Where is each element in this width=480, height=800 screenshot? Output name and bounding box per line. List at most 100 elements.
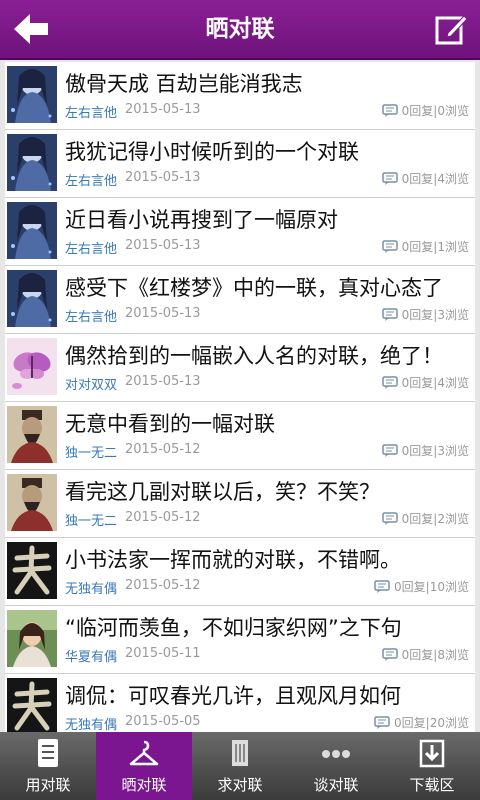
post-stats-text: 0回复|20浏览 [394,716,469,730]
post-stats: 0回复|3浏览 [381,442,469,459]
post-title[interactable]: 小书法家一挥而就的对联，不错啊。 [65,544,471,574]
avatar [7,678,57,732]
top-bar: 晒对联 [0,0,480,60]
post-row[interactable]: 近日看小说再搜到了一幅原对左右言他 2015-05-13 0回复|1浏览 [5,198,475,266]
edit-icon[interactable] [434,12,468,46]
avatar [7,406,57,463]
post-stats: 0回复|0浏览 [381,102,469,119]
tab-label: 谈对联 [313,776,359,794]
post-author[interactable]: 无独有偶 [65,578,117,597]
comment-icon [381,240,398,253]
post-stats: 0回复|10浏览 [374,578,469,595]
post-stats: 0回复|8浏览 [381,646,469,663]
post-title[interactable]: 无意中看到的一幅对联 [65,408,471,438]
post-title[interactable]: 偶然拾到的一幅嵌入人名的对联，绝了！ [65,340,471,370]
post-date: 2015-05-13 [125,306,201,321]
tab-label: 求对联 [217,776,263,794]
post-row[interactable]: 调侃：可叹春光几许，且观风月如何无独有偶 2015-05-05 0回复|20浏览 [5,674,475,732]
post-stats-text: 0回复|10浏览 [394,580,469,594]
post-author[interactable]: 左右言他 [65,306,117,325]
comment-icon [381,648,398,661]
post-author[interactable]: 左右言他 [65,238,117,257]
post-stats-text: 0回复|8浏览 [401,648,469,662]
avatar [7,134,57,191]
comment-icon [381,512,398,525]
avatar [7,474,57,531]
post-author[interactable]: 左右言他 [65,170,117,189]
post-row[interactable]: 我犹记得小时候听到的一个对联左右言他 2015-05-13 0回复|4浏览 [5,130,475,198]
post-date: 2015-05-13 [125,374,201,389]
post-stats-text: 0回复|4浏览 [401,172,469,186]
avatar [7,610,57,667]
post-date: 2015-05-13 [125,102,201,117]
comment-icon [381,172,398,185]
post-date: 2015-05-12 [125,510,201,525]
post-author[interactable]: 对对双双 [65,374,117,393]
post-date: 2015-05-12 [125,578,201,593]
post-title[interactable]: 我犹记得小时候听到的一个对联 [65,136,471,166]
post-stats: 0回复|2浏览 [381,510,469,527]
more-dots-icon [320,736,352,770]
avatar [7,66,57,123]
post-author[interactable]: 无独有偶 [65,714,117,732]
post-date: 2015-05-12 [125,442,201,457]
post-stats-text: 0回复|3浏览 [401,308,469,322]
avatar [7,542,57,599]
post-row[interactable]: “临河而羡鱼，不如归家织网”之下句华夏有偶 2015-05-11 0回复|8浏览 [5,606,475,674]
post-stats: 0回复|4浏览 [381,170,469,187]
tab-label: 用对联 [25,776,71,794]
post-title[interactable]: 感受下《红楼梦》中的一联，真对心态了 [65,272,471,302]
post-date: 2015-05-11 [125,646,201,661]
post-stats-text: 0回复|0浏览 [401,104,469,118]
tab-0[interactable]: 用对联 [0,732,96,800]
post-author[interactable]: 华夏有偶 [65,646,117,665]
post-date: 2015-05-13 [125,170,201,185]
post-stats: 0回复|3浏览 [381,306,469,323]
post-list[interactable]: 傲骨天成 百劫岂能消我志左右言他 2015-05-13 0回复|0浏览我犹记得小时候… [5,62,475,732]
comment-icon [374,580,390,593]
comment-icon [381,104,398,117]
post-stats-text: 0回复|4浏览 [401,376,469,390]
tab-2[interactable]: 求对联 [192,732,288,800]
post-title[interactable]: 傲骨天成 百劫岂能消我志 [65,68,471,98]
post-stats-text: 0回复|2浏览 [401,512,469,526]
post-row[interactable]: 偶然拾到的一幅嵌入人名的对联，绝了！ 对对双双 2015-05-13 0回复|4浏览 [5,334,475,402]
post-row[interactable]: 感受下《红楼梦》中的一联，真对心态了左右言他 2015-05-13 0回复|3浏览 [5,266,475,334]
post-stats: 0回复|1浏览 [381,238,469,255]
comment-icon [381,308,398,321]
post-date: 2015-05-13 [125,238,201,253]
bottom-tab-bar: 用对联 晒对联 求对联 谈对联 下载区 [0,732,480,800]
post-author[interactable]: 独一无二 [65,442,117,461]
avatar [7,202,57,259]
download-icon [416,736,448,770]
tab-4[interactable]: 下载区 [384,732,480,800]
post-author[interactable]: 左右言他 [65,102,117,121]
comment-icon [381,444,398,457]
avatar [7,270,57,327]
post-stats-text: 0回复|3浏览 [401,444,469,458]
comment-icon [381,376,398,389]
post-row[interactable]: 小书法家一挥而就的对联，不错啊。无独有偶 2015-05-12 0回复|10浏览 [5,538,475,606]
post-author[interactable]: 独一无二 [65,510,117,529]
avatar [7,338,57,395]
post-date: 2015-05-05 [125,714,201,729]
tab-label: 下载区 [409,776,455,794]
scroll-icon [224,736,256,770]
post-title[interactable]: 看完这几副对联以后，笑？不笑？ [65,476,471,506]
hanger-icon [128,736,160,770]
post-title[interactable]: 调侃：可叹春光几许，且观风月如何 [65,680,471,710]
post-stats: 0回复|4浏览 [381,374,469,391]
post-stats: 0回复|20浏览 [374,714,469,731]
post-title[interactable]: 近日看小说再搜到了一幅原对 [65,204,471,234]
post-stats-text: 0回复|1浏览 [401,240,469,254]
comment-icon [374,716,390,729]
post-row[interactable]: 看完这几副对联以后，笑？不笑？ 独一无二 2015-05-12 0回复|2浏览 [5,470,475,538]
tab-1[interactable]: 晒对联 [96,732,192,800]
post-row[interactable]: 傲骨天成 百劫岂能消我志左右言他 2015-05-13 0回复|0浏览 [5,62,475,130]
page-title: 晒对联 [205,16,275,42]
document-icon [32,736,64,770]
post-row[interactable]: 无意中看到的一幅对联独一无二 2015-05-12 0回复|3浏览 [5,402,475,470]
tab-3[interactable]: 谈对联 [288,732,384,800]
tab-label: 晒对联 [121,776,167,794]
post-title[interactable]: “临河而羡鱼，不如归家织网”之下句 [65,612,471,642]
